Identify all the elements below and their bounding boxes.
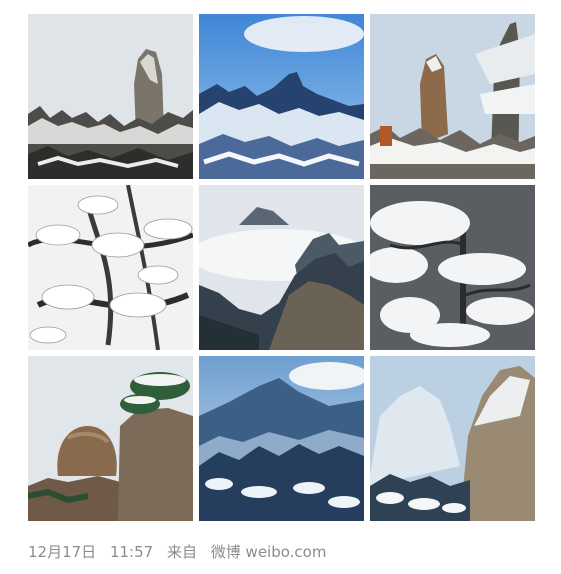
photo-5[interactable] (199, 185, 364, 350)
photo-1[interactable] (28, 14, 193, 179)
photo-6[interactable] (370, 185, 535, 350)
photo-7[interactable] (28, 356, 193, 521)
snow-pine-branches-icon (28, 185, 193, 350)
snow-peak-blue-sky-icon (199, 14, 364, 179)
from-label: 来自 (166, 543, 197, 561)
snow-mountain-range-icon (199, 356, 364, 521)
photo-8[interactable] (199, 356, 364, 521)
post-date: 12月17日 (28, 543, 97, 561)
snow-pine-and-pillar-icon (370, 14, 535, 179)
balanced-boulder-icon (28, 356, 193, 521)
photo-9[interactable] (370, 356, 535, 521)
photo-2[interactable] (199, 14, 364, 179)
sea-of-clouds-peaks-icon (199, 185, 364, 350)
post-meta: 12月17日 11:57 来自 微博 weibo.com (28, 541, 326, 562)
source-link[interactable]: 微博 weibo.com (211, 543, 327, 561)
snow-covered-pine-icon (370, 185, 535, 350)
photo-3[interactable] (370, 14, 535, 179)
photo-4[interactable] (28, 185, 193, 350)
snow-cliff-forest-icon (370, 356, 535, 521)
post-time: 11:57 (109, 543, 154, 561)
photo-grid (28, 14, 535, 521)
snow-rock-pillar-icon (28, 14, 193, 179)
